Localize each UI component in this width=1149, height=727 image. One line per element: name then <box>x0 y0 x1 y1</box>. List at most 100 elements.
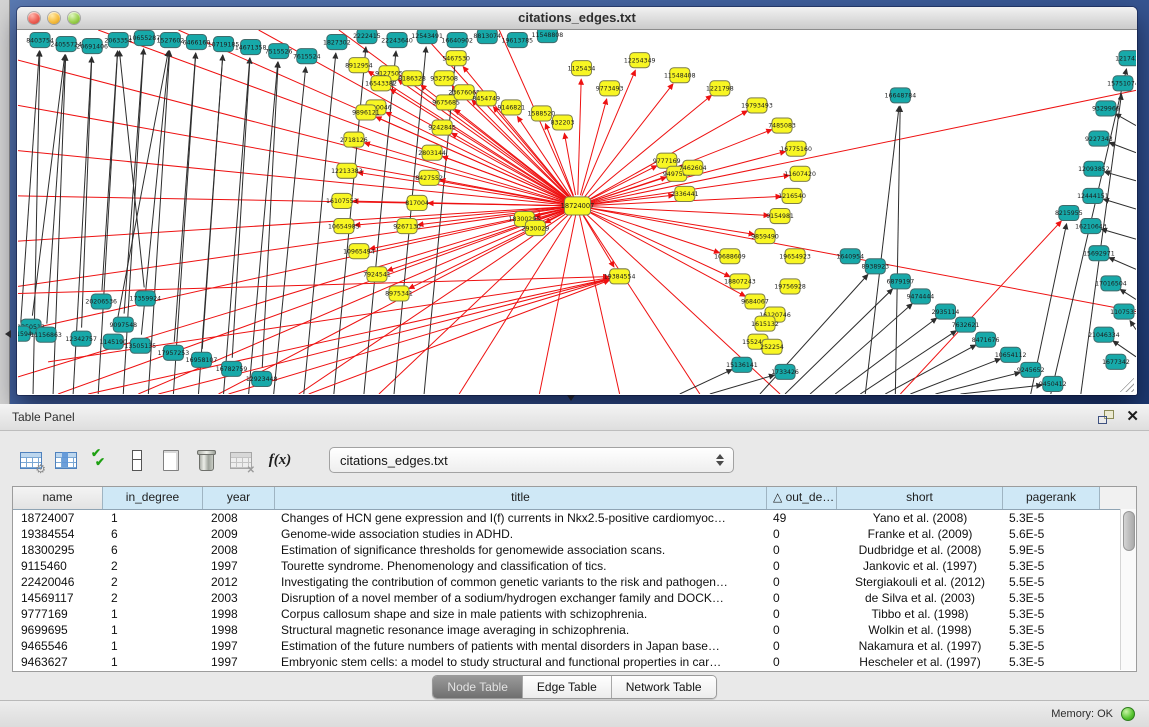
table-cell[interactable]: 6 <box>103 526 203 542</box>
table-cell[interactable]: Jankovic et al. (1997) <box>837 558 1003 574</box>
graph-node-8938923[interactable] <box>865 259 885 274</box>
graph-node-1677342[interactable] <box>1106 354 1126 369</box>
float-panel-icon[interactable] <box>1098 410 1114 424</box>
trash-icon[interactable] <box>193 447 219 473</box>
table-cell[interactable]: 0 <box>767 622 837 638</box>
table-cell[interactable]: Changes of HCN gene expression and I(f) … <box>275 510 767 526</box>
graph-node-19384554[interactable] <box>610 269 630 284</box>
table-cell[interactable]: 9463627 <box>13 654 103 670</box>
table-cell[interactable]: 22420046 <box>13 574 103 590</box>
graph-node-13505135[interactable] <box>130 338 150 353</box>
graph-node-12543491[interactable] <box>417 30 437 44</box>
graph-node-12923448[interactable] <box>252 371 272 386</box>
table-cell[interactable]: 1997 <box>203 654 275 670</box>
table-cell[interactable]: 14569117 <box>13 590 103 606</box>
graph-node-19654923[interactable] <box>785 249 805 264</box>
table-cell[interactable]: 1997 <box>203 638 275 654</box>
table-row[interactable]: 1456911722003Disruption of a novel membe… <box>13 590 1136 606</box>
table-cell[interactable]: Investigating the contribution of common… <box>275 574 767 590</box>
graph-node-12444151[interactable] <box>1083 188 1103 203</box>
table-row[interactable]: 969969511998Structural magnetic resonanc… <box>13 622 1136 638</box>
graph-node-1221798[interactable] <box>710 81 730 96</box>
graph-node-10719185[interactable] <box>214 37 234 52</box>
graph-node-9684067[interactable] <box>745 294 765 309</box>
panel-collapse-arrow-icon[interactable] <box>1 330 11 338</box>
graph-node-24055724[interactable] <box>56 37 76 52</box>
graph-node-8427552[interactable] <box>419 170 439 185</box>
table-cell[interactable]: Estimation of the future numbers of pati… <box>275 638 767 654</box>
table-cell[interactable]: 5.3E-5 <box>1003 558 1100 574</box>
graph-node-12093852[interactable] <box>1084 161 1104 176</box>
table-cell[interactable]: 5.3E-5 <box>1003 510 1100 526</box>
table-cell[interactable]: Disruption of a novel member of a sodium… <box>275 590 767 606</box>
graph-node-8912954[interactable] <box>349 58 369 73</box>
graph-node-1640954[interactable] <box>840 249 860 264</box>
graph-node-9773493[interactable] <box>600 81 620 96</box>
graph-node-391594[interactable] <box>18 326 30 341</box>
graph-node-20691406[interactable] <box>82 39 102 54</box>
table-cell[interactable]: Tourette syndrome. Phenomenology and cla… <box>275 558 767 574</box>
graph-node-16648784[interactable] <box>890 88 910 103</box>
graph-node-1588520[interactable] <box>531 106 551 121</box>
graph-node-16782759[interactable] <box>222 361 242 376</box>
graph-node-8471676[interactable] <box>976 332 996 347</box>
graph-node-9859490[interactable] <box>755 229 775 244</box>
table-cell[interactable]: 1997 <box>203 558 275 574</box>
graph-node-8813074[interactable] <box>477 30 497 44</box>
graph-node-19793493[interactable] <box>747 98 767 113</box>
graph-node-10654985[interactable] <box>334 219 354 234</box>
table-cell[interactable]: Structural magnetic resonance image aver… <box>275 622 767 638</box>
table-cell[interactable]: 49 <box>767 510 837 526</box>
table-cell[interactable]: 5.3E-5 <box>1003 654 1100 670</box>
table-cell[interactable]: 1998 <box>203 622 275 638</box>
table-row[interactable]: 1938455462009Genome-wide association stu… <box>13 526 1136 542</box>
table-cell[interactable]: 2012 <box>203 574 275 590</box>
table-cell[interactable]: Yano et al. (2008) <box>837 510 1003 526</box>
table-cell[interactable]: 0 <box>767 654 837 670</box>
table-row[interactable]: 2242004622012Investigating the contribut… <box>13 574 1136 590</box>
table-cell[interactable]: 0 <box>767 526 837 542</box>
table-cell[interactable]: 5.3E-5 <box>1003 590 1100 606</box>
graph-node-16640902[interactable] <box>447 33 467 48</box>
graph-node-8215955[interactable] <box>1059 205 1079 220</box>
graph-node-11156863[interactable] <box>36 327 56 342</box>
graph-node-9474444[interactable] <box>910 289 930 304</box>
graph-node-9245652[interactable] <box>1021 362 1041 377</box>
graph-node-7632621[interactable] <box>956 317 976 332</box>
graph-node-1107533[interactable] <box>1114 304 1134 319</box>
table-cell[interactable]: 1 <box>103 654 203 670</box>
table-cell[interactable]: Dudbridge et al. (2008) <box>837 542 1003 558</box>
table-cell[interactable]: 9115460 <box>13 558 103 574</box>
graph-node-10655287[interactable] <box>134 31 154 46</box>
graph-node-8403754[interactable] <box>30 33 50 48</box>
graph-node-1217433[interactable] <box>1119 51 1136 66</box>
network-file-select[interactable]: citations_edges.txt <box>329 447 734 473</box>
table-cell[interactable]: 0 <box>767 574 837 590</box>
graph-node-9675685[interactable] <box>436 95 456 110</box>
table-cell[interactable]: 5.3E-5 <box>1003 606 1100 622</box>
column-header-in_degree[interactable]: in_degree <box>103 487 203 509</box>
graph-node-9896121[interactable] <box>356 105 376 120</box>
table-cell[interactable]: 5.3E-5 <box>1003 622 1100 638</box>
table-cell[interactable]: 2 <box>103 558 203 574</box>
graph-node-7515526[interactable] <box>269 44 289 59</box>
graph-node-14671358[interactable] <box>241 40 261 55</box>
table-cell[interactable]: de Silva et al. (2003) <box>837 590 1003 606</box>
tab-node-table[interactable]: Node Table <box>433 676 522 698</box>
graph-node-1615132[interactable] <box>755 316 775 331</box>
table-cell[interactable]: Corpus callosum shape and size in male p… <box>275 606 767 622</box>
graph-node-7485083[interactable] <box>772 118 792 133</box>
table-cell[interactable]: Hescheler et al. (1997) <box>837 654 1003 670</box>
graph-node-6466160[interactable] <box>186 35 206 50</box>
row-height-icon[interactable] <box>123 447 149 473</box>
table-cell[interactable]: 1998 <box>203 606 275 622</box>
table-cell[interactable]: Franke et al. (2009) <box>837 526 1003 542</box>
table-cell[interactable]: 2 <box>103 590 203 606</box>
graph-node-1733426[interactable] <box>775 364 795 379</box>
graph-node-17957253[interactable] <box>163 345 183 360</box>
table-cell[interactable]: 19384554 <box>13 526 103 542</box>
graph-node-16543382[interactable] <box>371 76 391 91</box>
table-cell[interactable]: 1 <box>103 606 203 622</box>
checklist-icon[interactable]: ✔✔ <box>88 447 114 473</box>
graph-node-18724007[interactable] <box>564 197 590 215</box>
